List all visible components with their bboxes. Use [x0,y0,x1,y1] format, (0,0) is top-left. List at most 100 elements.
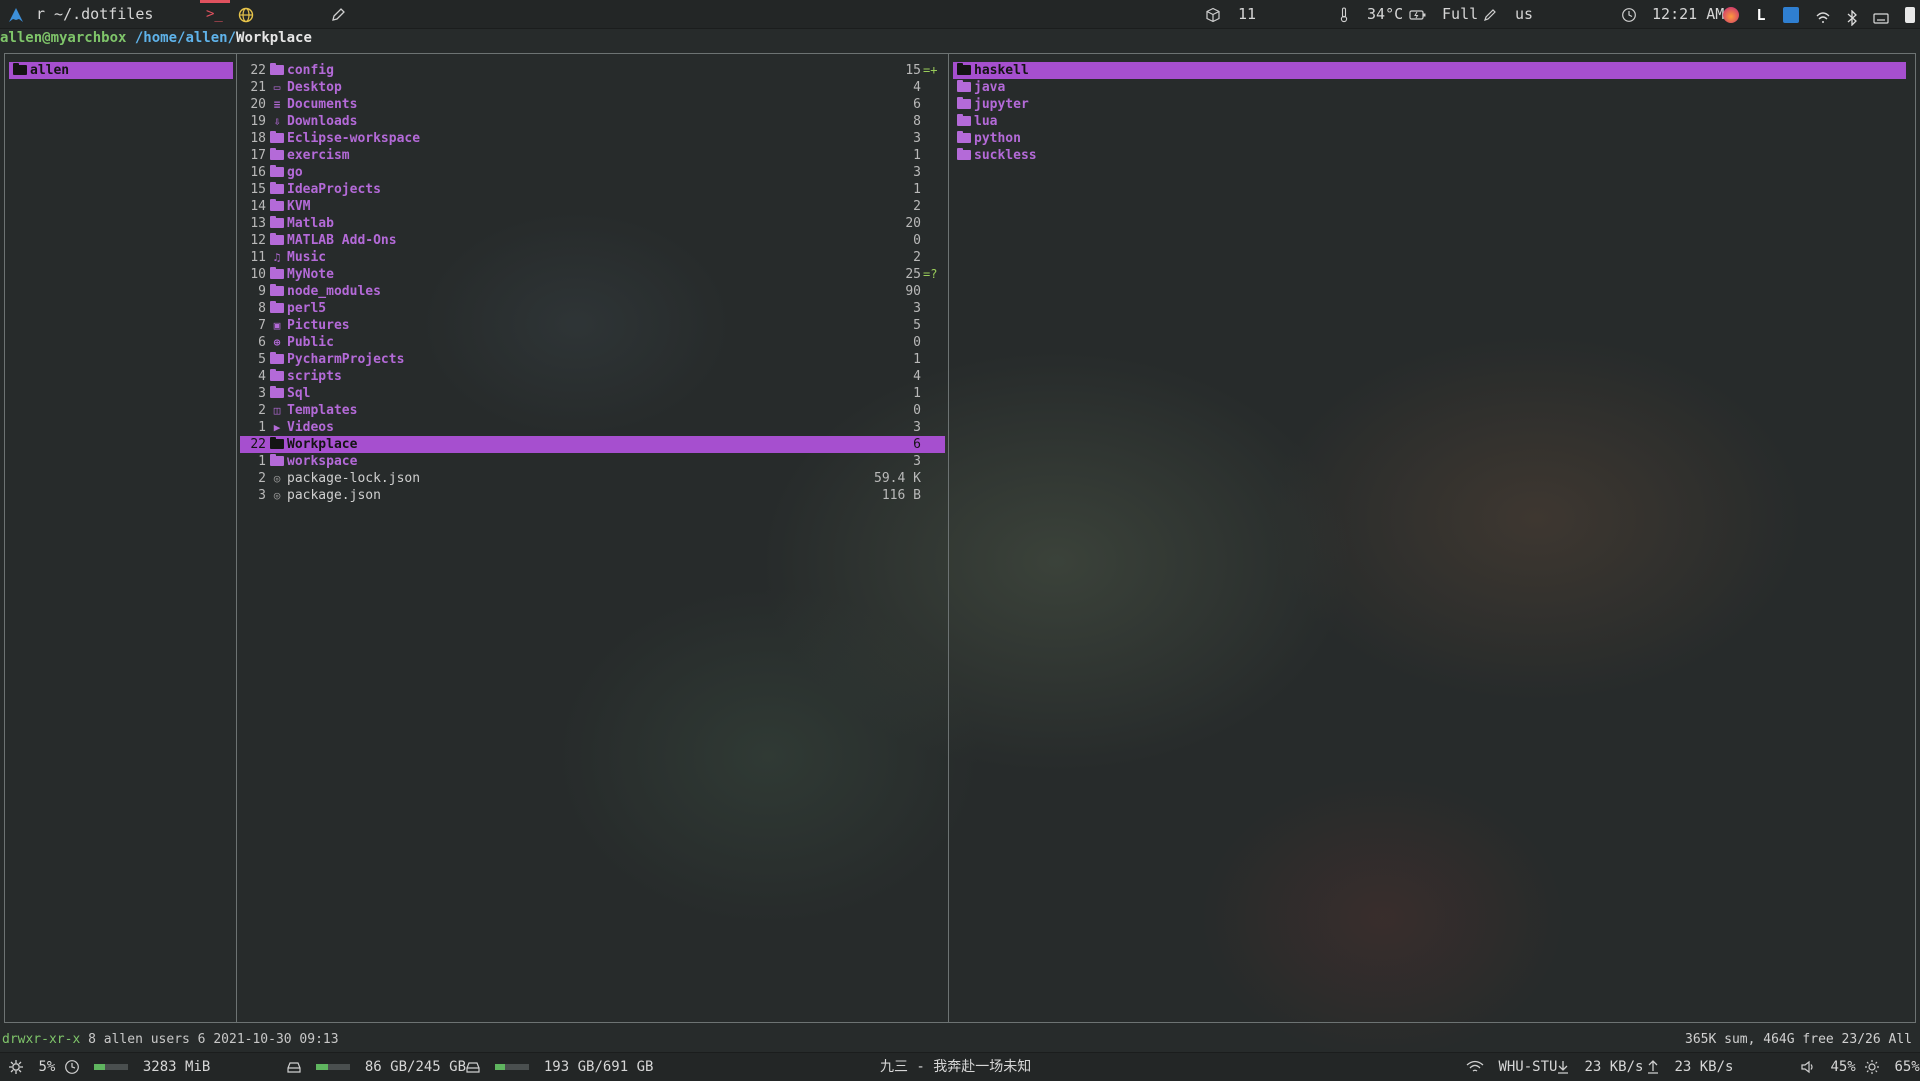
package-updates[interactable]: 11 [1205,0,1256,28]
wifi-widget[interactable]: WHU-STU [1466,1053,1557,1081]
firefox-tray-icon[interactable] [1723,6,1739,23]
directory-entry[interactable]: 3 Sql 1 [240,385,945,402]
network-tray-icon[interactable] [1815,7,1831,23]
directory-entry[interactable]: lua [953,113,1906,130]
entry-name: Music [287,250,327,265]
bluetooth-icon[interactable] [1847,7,1858,27]
git-status-flag: =+ [923,63,938,77]
directory-entry[interactable]: 22 config 15 =+ [240,62,945,79]
entry-size: 116 B [881,488,921,503]
upload-icon [1646,1059,1660,1075]
arch-logo-icon[interactable] [8,0,24,28]
keyboard-layout-widget[interactable]: us [1482,0,1533,28]
directory-entry[interactable]: 1 workspace 3 [240,453,945,470]
folder-icon [957,131,971,143]
entry-size: 59.4 K [874,471,921,486]
entry-name: haskell [974,63,1029,78]
directory-entry[interactable]: haskell [953,62,1906,79]
clock-widget[interactable]: 12:21 AM [1621,0,1724,28]
directory-entry[interactable]: 5 PycharmProjects 1 [240,351,945,368]
pen-icon[interactable] [330,0,346,28]
entry-name: Matlab [287,216,334,231]
keyboard-layout: us [1515,5,1534,23]
directory-entry[interactable]: 1 ▶ Videos 3 [240,419,945,436]
bottom-status-bar: 5% 3283 MiB 86 GB/245 GB 193 GB/691 GB 九… [0,1052,1920,1081]
entry-item-count: 3 [913,131,921,146]
directory-entry[interactable]: 9 node_modules 90 [240,283,945,300]
column-separator [236,53,237,1023]
now-playing[interactable]: 九三 - 我奔赴一场未知 [880,1053,1031,1081]
directory-entry[interactable]: suckless [953,147,1906,164]
directory-entry[interactable]: 16 go 3 [240,164,945,181]
directory-entry[interactable]: 20 ≡ Documents 6 [240,96,945,113]
file-entry[interactable]: 3 ◎ package.json 116 B [240,487,945,504]
directory-entry[interactable]: 10 MyNote 25 =? [240,266,945,283]
entry-line-number: 17 [250,148,266,163]
entry-name: Desktop [287,80,342,95]
public-icon: ⊕ [273,336,281,349]
entry-line-number: 18 [250,131,266,146]
entry-item-count: 3 [913,454,921,469]
directory-entry[interactable]: 18 Eclipse-workspace 3 [240,130,945,147]
directory-entry[interactable]: 7 ▣ Pictures 5 [240,317,945,334]
directory-entry[interactable]: 8 perl5 3 [240,300,945,317]
directory-entry[interactable]: 19 ⇩ Downloads 8 [240,113,945,130]
clock-icon [1621,7,1637,23]
entry-item-count: 15 [905,63,921,78]
keyboard-icon[interactable] [1873,7,1889,24]
globe-icon[interactable] [238,0,254,28]
entry-item-count: 1 [913,352,921,367]
directory-entry[interactable]: 13 Matlab 20 [240,215,945,232]
entry-name: Workplace [287,437,358,452]
temperature-widget: 34°C [1338,0,1403,28]
app-tray-icon[interactable] [1783,6,1800,23]
entry-line-number: 9 [258,284,266,299]
directory-entry[interactable]: allen [9,62,233,79]
file-entry[interactable]: 2 ◎ package-lock.json 59.4 K [240,470,945,487]
terminal-icon[interactable]: >_ [206,0,223,28]
directory-entry[interactable]: 15 IdeaProjects 1 [240,181,945,198]
entry-line-number: 22 [250,63,266,78]
folder-icon [957,80,971,92]
directory-entry[interactable]: 22 Workplace 6 [240,436,945,453]
entry-name: package.json [287,488,381,503]
desktop-icon: ▭ [273,81,281,94]
folder-icon [270,165,284,177]
directory-entry[interactable]: python [953,130,1906,147]
battery-widget: Full [1409,0,1478,28]
entry-item-count: 6 [913,97,921,112]
entry-item-count: 4 [913,369,921,384]
directory-entry[interactable]: java [953,79,1906,96]
brightness-widget[interactable]: 65% [1864,1053,1920,1081]
entry-item-count: 25 [905,267,921,282]
entry-line-number: 15 [250,182,266,197]
ranger-status-line: drwxr-xr-x 8 allen users 6 2021-10-30 09… [0,1030,1920,1050]
entry-line-number: 2 [258,471,266,486]
folder-icon [270,131,284,143]
directory-entry[interactable]: 17 exercism 1 [240,147,945,164]
directory-entry[interactable]: 6 ⊕ Public 0 [240,334,945,351]
folder-icon [13,63,27,75]
path-directory: /home/allen/ [134,30,237,46]
entry-name: python [974,131,1021,146]
folder-icon [270,284,284,296]
directory-entry[interactable]: 14 KVM 2 [240,198,945,215]
directory-entry[interactable]: jupyter [953,96,1906,113]
directory-entry[interactable]: 4 scripts 4 [240,368,945,385]
lock-tray-icon[interactable]: L [1755,7,1767,23]
entry-name: suckless [974,148,1037,163]
entry-name: exercism [287,148,350,163]
directory-entry[interactable]: 21 ▭ Desktop 4 [240,79,945,96]
clipboard-icon[interactable] [1905,6,1916,23]
entry-item-count: 3 [913,301,921,316]
directory-entry[interactable]: 11 ♫ Music 2 [240,249,945,266]
entry-name: lua [974,114,998,129]
directory-entry[interactable]: 12 MATLAB Add-Ons 0 [240,232,945,249]
top-status-bar: r ~/.dotfiles >_ 11 34°C Full us 12:21 A… [0,0,1920,29]
disk-root-usage: 86 GB/245 GB [364,1059,467,1075]
volume-widget[interactable]: 45% [1800,1053,1856,1081]
file-icon: ◎ [273,472,281,485]
directory-entry[interactable]: 2 ◫ Templates 0 [240,402,945,419]
package-update-count: 11 [1238,5,1257,23]
entry-line-number: 2 [258,403,266,418]
